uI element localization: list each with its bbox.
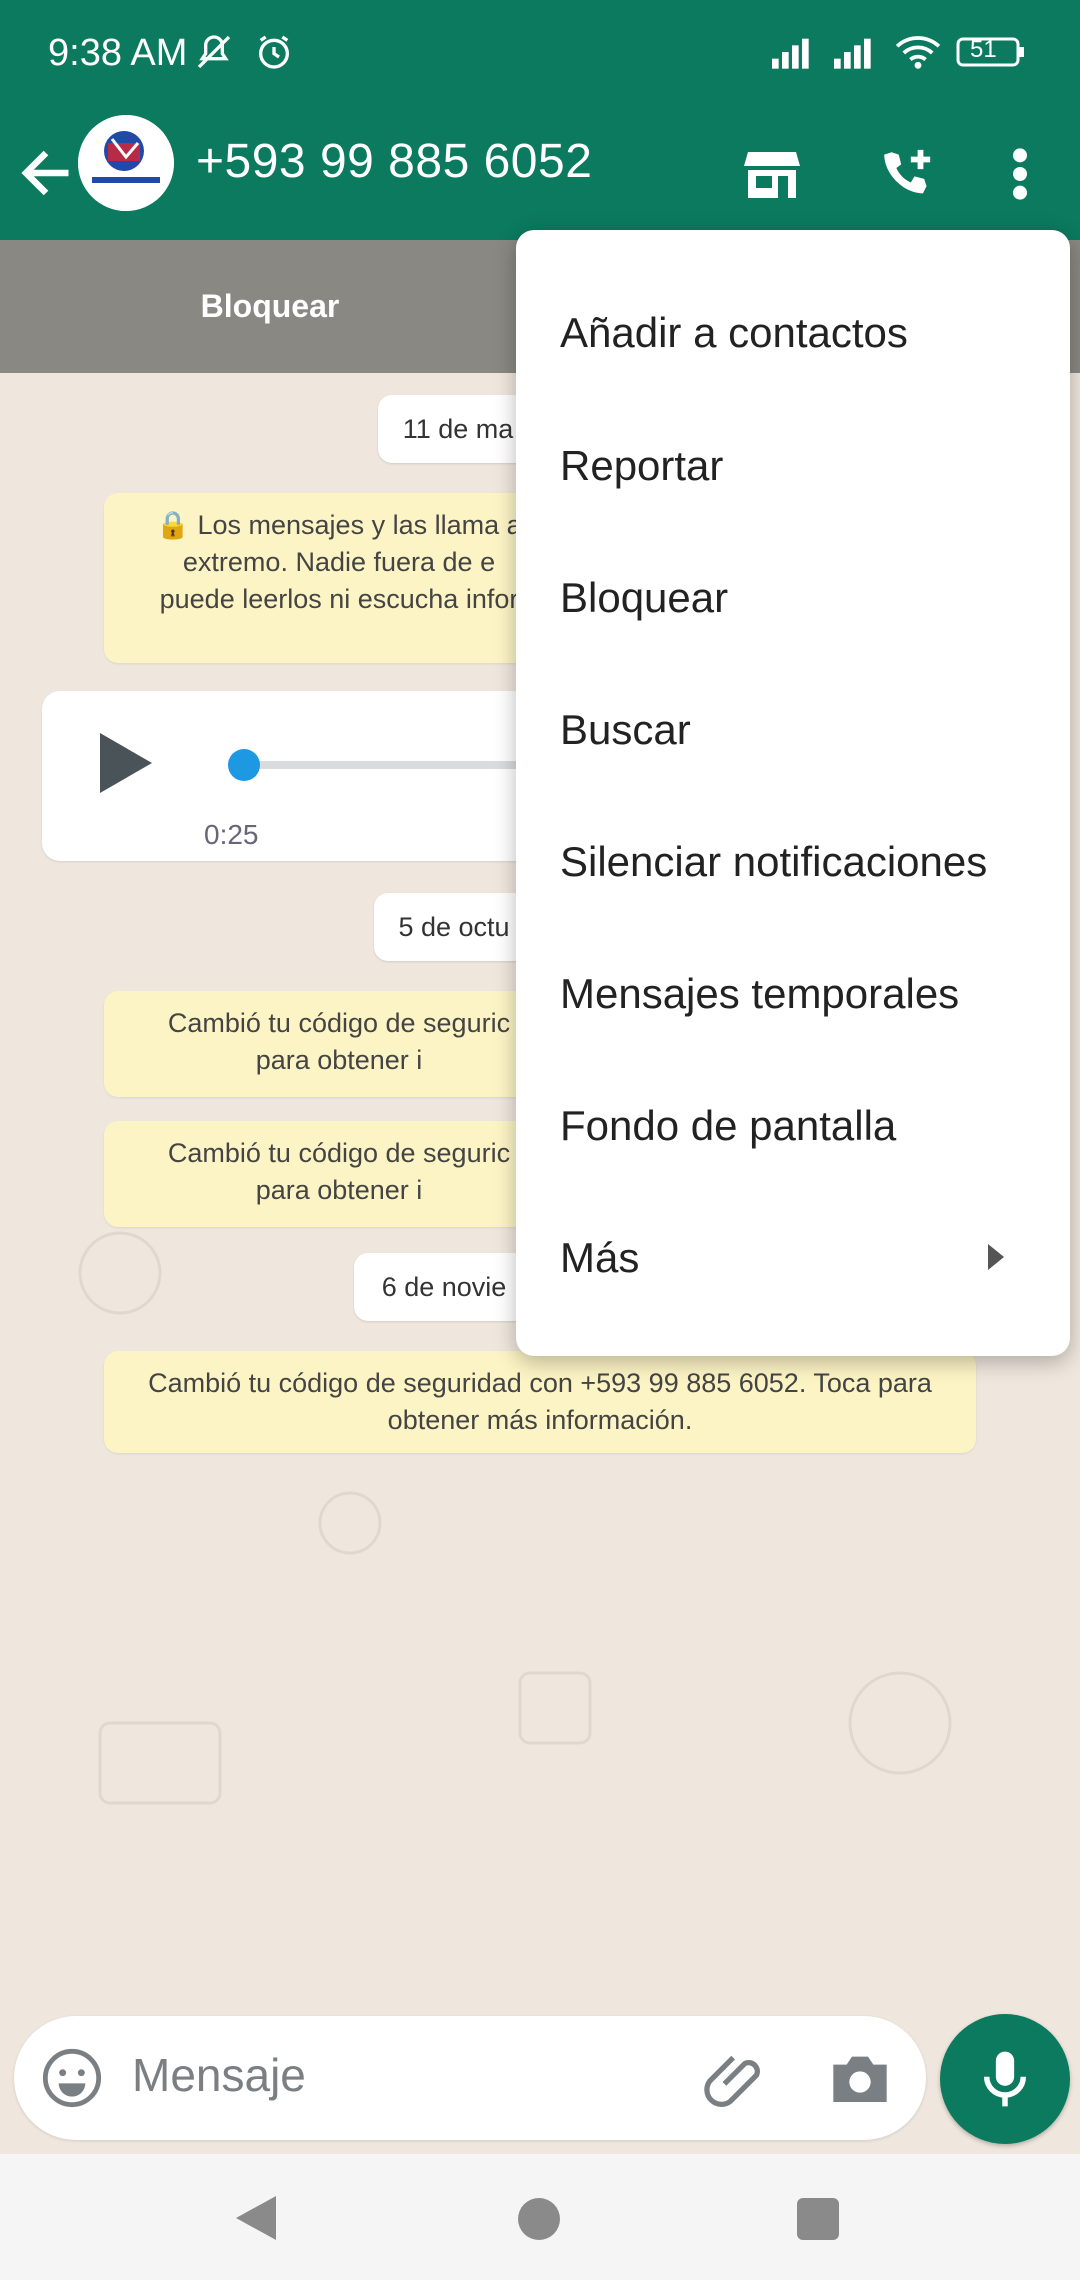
menu-item-search[interactable]: Buscar [516, 664, 1070, 796]
encryption-notice[interactable]: 🔒 Los mensajes y las llama a extremo. Na… [104, 493, 574, 663]
audio-scrubber[interactable] [228, 749, 260, 781]
audio-track[interactable] [232, 761, 562, 769]
wifi-icon [894, 30, 942, 74]
emoji-icon[interactable] [40, 2046, 104, 2110]
attach-icon[interactable] [704, 2046, 774, 2116]
nav-recents-icon[interactable] [797, 2198, 839, 2240]
submenu-arrow-icon [988, 1244, 1004, 1270]
nav-home-icon[interactable] [518, 2198, 560, 2240]
mic-button[interactable] [940, 2014, 1070, 2144]
more-vert-icon[interactable] [980, 134, 1060, 214]
overflow-menu: Añadir a contactos Reportar Bloquear Bus… [516, 230, 1070, 1356]
system-nav-bar [0, 2154, 1080, 2280]
status-bar: 9:38 AM 51 [0, 0, 1080, 110]
mute-icon [194, 30, 234, 74]
alarm-icon [254, 30, 294, 74]
message-input[interactable]: Mensaje [132, 2048, 306, 2102]
block-button[interactable]: Bloquear [0, 240, 540, 373]
menu-item-block[interactable]: Bloquear [516, 532, 1070, 664]
signal-icon [834, 30, 884, 74]
message-input-bar: Mensaje [14, 2016, 926, 2140]
security-change-notice[interactable]: Cambió tu código de seguridad con +593 9… [104, 1351, 976, 1453]
voice-duration: 0:25 [204, 819, 259, 850]
voice-message[interactable]: 0:25 [42, 691, 562, 861]
menu-item-mute[interactable]: Silenciar notificaciones [516, 796, 1070, 928]
menu-item-wallpaper[interactable]: Fondo de pantalla [516, 1060, 1070, 1192]
date-pill: 6 de novie [354, 1253, 534, 1321]
avatar[interactable] [78, 115, 174, 211]
contact-name[interactable]: +593 99 885 6052 [196, 134, 592, 189]
battery-level: 51 [970, 36, 997, 63]
add-call-icon[interactable] [866, 134, 946, 214]
date-pill: 5 de octu [374, 893, 534, 961]
date-pill: 11 de ma [378, 395, 538, 463]
menu-item-add-contact[interactable]: Añadir a contactos [516, 267, 1070, 399]
security-change-notice[interactable]: Cambió tu código de seguric para obtener… [104, 1121, 574, 1227]
status-time: 9:38 AM [48, 32, 188, 74]
chat-header: +593 99 885 6052 [0, 110, 1080, 240]
menu-item-report[interactable]: Reportar [516, 400, 1070, 532]
battery-icon: 51 [956, 30, 1026, 74]
play-icon[interactable] [100, 733, 152, 793]
back-arrow-icon[interactable] [16, 138, 76, 208]
menu-item-more-label: Más [560, 1234, 640, 1281]
nav-back-icon[interactable] [236, 2196, 276, 2240]
camera-icon[interactable] [828, 2048, 892, 2108]
menu-item-disappearing[interactable]: Mensajes temporales [516, 928, 1070, 1060]
store-icon[interactable] [732, 134, 812, 214]
menu-item-more[interactable]: Más [516, 1192, 1070, 1324]
signal-icon [772, 30, 822, 74]
mic-icon [983, 2051, 1027, 2107]
top-bar: 9:38 AM 51 +593 99 885 6052 [0, 0, 1080, 240]
security-change-notice[interactable]: Cambió tu código de seguric para obtener… [104, 991, 574, 1097]
